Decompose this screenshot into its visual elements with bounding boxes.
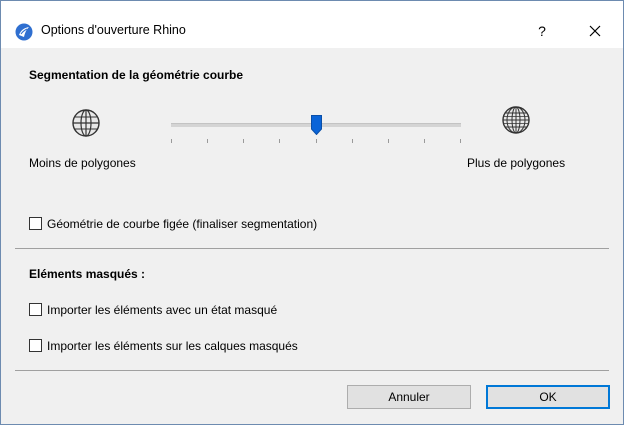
slider-tick xyxy=(388,139,389,143)
import-hidden-layers-checkbox-row[interactable]: Importer les éléments sur les calques ma… xyxy=(29,338,298,356)
help-button[interactable]: ? xyxy=(527,17,557,45)
globe-low-poly-icon xyxy=(71,108,101,138)
section-divider xyxy=(15,248,609,249)
slider-thumb[interactable] xyxy=(311,115,322,136)
slider-tick xyxy=(316,139,317,143)
close-icon xyxy=(589,25,601,37)
hidden-elements-heading: Eléments masqués : xyxy=(29,267,146,281)
rhino-open-options-dialog: Options d'ouverture Rhino ? Segmentation… xyxy=(0,0,624,425)
close-button[interactable] xyxy=(575,17,615,45)
cancel-button[interactable]: Annuler xyxy=(347,385,471,409)
frozen-geometry-checkbox[interactable] xyxy=(29,217,42,231)
segmentation-heading: Segmentation de la géométrie courbe xyxy=(29,68,244,82)
slider-tick xyxy=(424,139,425,143)
frozen-geometry-checkbox-row[interactable]: Géométrie de courbe figée (finaliser seg… xyxy=(29,216,317,234)
slider-tick xyxy=(279,139,280,143)
window-title: Options d'ouverture Rhino xyxy=(41,23,186,37)
segmentation-slider[interactable] xyxy=(171,107,461,147)
globe-high-poly-icon xyxy=(501,105,531,135)
slider-tick xyxy=(352,139,353,143)
rhino-app-icon xyxy=(15,23,33,41)
import-hidden-state-label: Importer les éléments avec un état masqu… xyxy=(47,302,278,317)
import-hidden-layers-label: Importer les éléments sur les calques ma… xyxy=(47,338,298,353)
slider-tick xyxy=(243,139,244,143)
max-polygons-label: Plus de polygones xyxy=(467,156,566,170)
import-hidden-state-checkbox-row[interactable]: Importer les éléments avec un état masqu… xyxy=(29,302,277,320)
footer-divider xyxy=(15,370,609,371)
slider-tick xyxy=(171,139,172,143)
ok-button[interactable]: OK xyxy=(486,385,610,409)
title-bar[interactable]: Options d'ouverture Rhino ? xyxy=(1,1,623,48)
import-hidden-layers-checkbox[interactable] xyxy=(29,339,42,353)
min-polygons-label: Moins de polygones xyxy=(29,156,136,170)
slider-tick xyxy=(460,139,461,143)
frozen-geometry-label: Géométrie de courbe figée (finaliser seg… xyxy=(47,216,318,231)
slider-tick xyxy=(207,139,208,143)
import-hidden-state-checkbox[interactable] xyxy=(29,303,42,317)
